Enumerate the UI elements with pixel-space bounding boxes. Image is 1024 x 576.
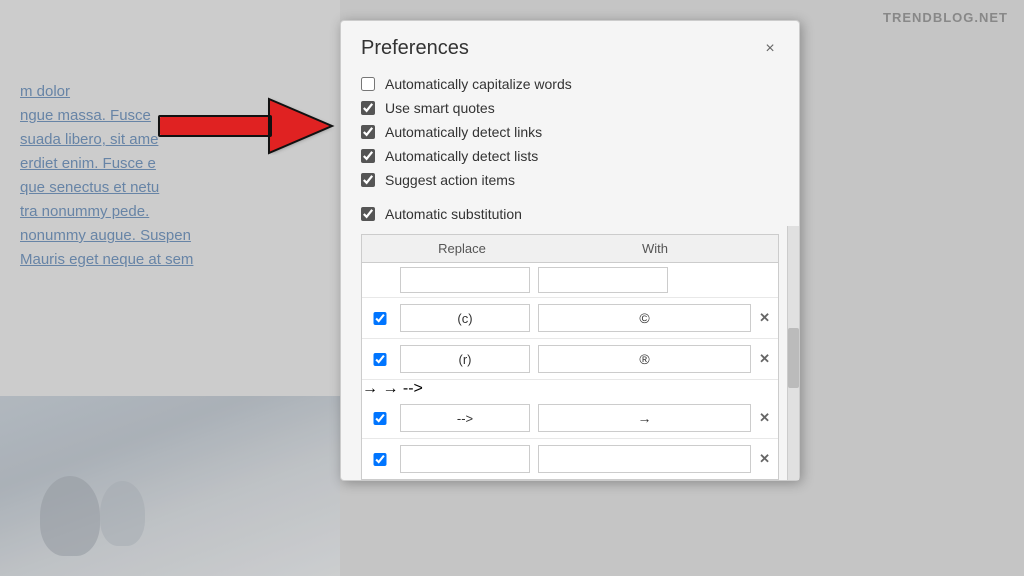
checkbox-lists[interactable] [361, 149, 375, 163]
with-cell-extra [538, 445, 751, 473]
checkbox-row-capitalize: Automatically capitalize words [361, 72, 779, 96]
replace-cell-extra [400, 445, 530, 473]
replace-cell-registered: (r) [400, 345, 530, 373]
checkbox-links[interactable] [361, 125, 375, 139]
checkbox-action[interactable] [361, 173, 375, 187]
checkbox-autosub[interactable] [361, 207, 375, 221]
table-input-row [362, 263, 778, 298]
checkbox-row-links: Automatically detect links [361, 120, 779, 144]
checkbox-row-autosub: Automatic substitution [361, 202, 779, 226]
checkbox-links-label: Automatically detect links [385, 124, 542, 140]
watermark: TRENDBLOG.NET [883, 10, 1008, 25]
with-input-empty[interactable] [538, 267, 668, 293]
with-cell-registered: ® [538, 345, 751, 373]
table-row: (r) ® ✕ [362, 339, 778, 380]
col-with-header: With [532, 241, 778, 256]
checkbox-row-smart-quotes: Use smart quotes [361, 96, 779, 120]
table-row: --> → ✕ [362, 398, 778, 439]
delete-button-registered[interactable]: ✕ [759, 351, 770, 367]
arrow-annotation [155, 95, 335, 160]
replace-cell-copyright: (c) [400, 304, 530, 332]
delete-button-extra[interactable]: ✕ [759, 451, 770, 467]
checkbox-smart-quotes[interactable] [361, 101, 375, 115]
replace-cell-arrow: --> [400, 404, 530, 432]
dialog-body: Automatically capitalize words Use smart… [341, 68, 799, 226]
table-header: Replace With [362, 235, 778, 263]
dialog-header: Preferences × [341, 21, 799, 68]
checkbox-capitalize[interactable] [361, 77, 375, 91]
with-cell-copyright: © [538, 304, 751, 332]
row-check-registered[interactable] [370, 353, 390, 366]
table-row: (c) © ✕ [362, 298, 778, 339]
replace-input-empty[interactable] [400, 267, 530, 293]
row-check-extra[interactable] [370, 453, 390, 466]
row-check-arrow[interactable] [370, 412, 390, 425]
close-button[interactable]: × [761, 40, 779, 58]
checkbox-row-lists: Automatically detect lists [361, 144, 779, 168]
substitution-table: Replace With (c) © ✕ (r) ® ✕ [361, 234, 779, 480]
col-replace-header: Replace [362, 241, 532, 256]
checkbox-row-action: Suggest action items [361, 168, 779, 192]
row-check-copyright[interactable] [370, 312, 390, 325]
scrollbar-thumb[interactable] [788, 328, 799, 388]
checkbox-capitalize-label: Automatically capitalize words [385, 76, 572, 92]
dialog-title: Preferences [361, 37, 469, 60]
preferences-dialog: Preferences × Automatically capitalize w… [340, 20, 800, 481]
checkbox-action-label: Suggest action items [385, 172, 515, 188]
scrollbar-track[interactable] [787, 226, 799, 480]
with-cell-arrow: → [538, 404, 751, 432]
checkbox-smart-quotes-label: Use smart quotes [385, 100, 495, 116]
delete-button-copyright[interactable]: ✕ [759, 310, 770, 326]
checkbox-autosub-label: Automatic substitution [385, 206, 522, 222]
checkbox-lists-label: Automatically detect lists [385, 148, 538, 164]
table-row: ✕ [362, 439, 778, 479]
delete-button-arrow[interactable]: ✕ [759, 410, 770, 426]
